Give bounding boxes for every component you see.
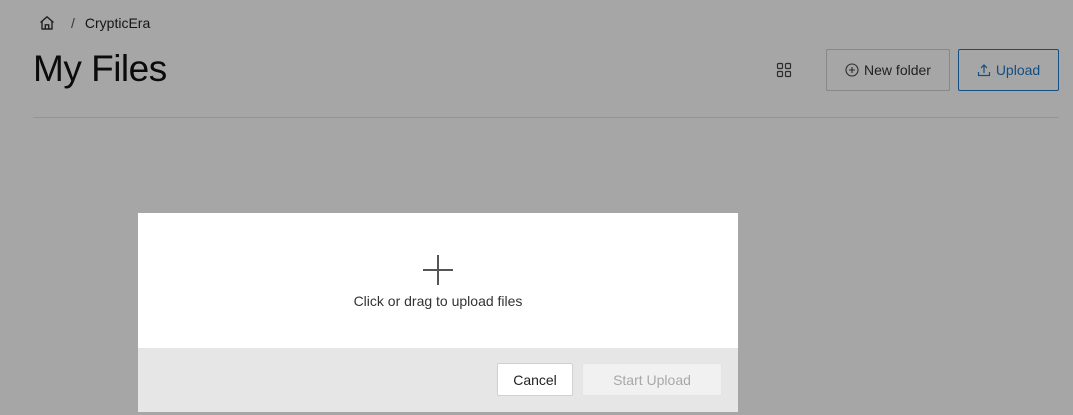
upload-dropzone[interactable]: Click or drag to upload files	[138, 213, 738, 348]
cancel-button[interactable]: Cancel	[497, 363, 573, 396]
start-upload-button: Start Upload	[582, 363, 722, 396]
files-page: / CrypticEra My Files New folder Upload	[0, 0, 1073, 415]
plus-icon	[421, 253, 455, 287]
dropzone-hint: Click or drag to upload files	[353, 293, 523, 309]
upload-modal: Click or drag to upload files Cancel Sta…	[138, 213, 738, 412]
modal-footer: Cancel Start Upload	[138, 348, 738, 412]
